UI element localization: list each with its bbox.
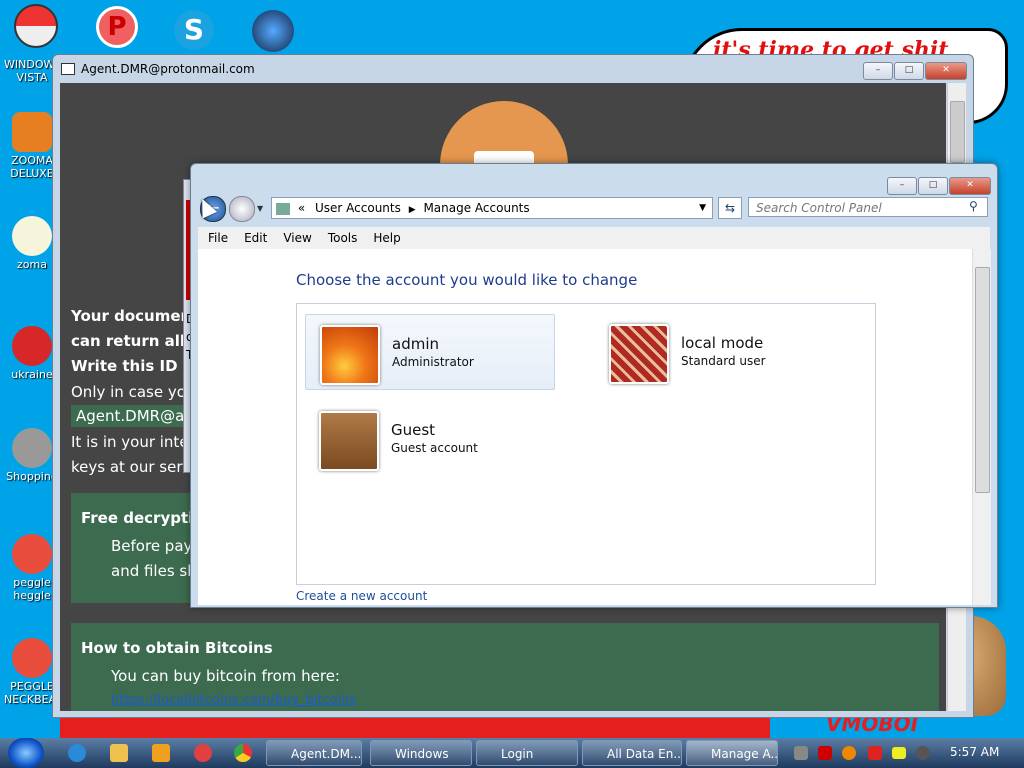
clock[interactable]: 5:57 AM (950, 745, 999, 759)
task-label: All Data En... (607, 747, 682, 761)
account-name: admin (392, 335, 439, 353)
task-manage-accounts[interactable]: Manage A... (686, 740, 778, 766)
bitcoins-heading: How to obtain Bitcoins (81, 639, 273, 657)
peggle-icon (12, 638, 52, 678)
task-label: Login (501, 747, 534, 761)
menu-file[interactable]: File (208, 231, 228, 245)
tray-battery-icon[interactable] (892, 747, 906, 759)
task-label: Agent.DM... (291, 747, 362, 761)
account-name: Guest (391, 421, 436, 439)
ransom-line: It is in your inter (71, 433, 195, 451)
task-agent-dmr[interactable]: Agent.DM... (266, 740, 362, 766)
history-dropdown-icon[interactable]: ▼ (257, 204, 263, 213)
taskbar: Agent.DM... Windows Login All Data En...… (0, 738, 1024, 768)
tray-search-icon[interactable] (842, 746, 856, 760)
content-area: Choose the account you would like to cha… (198, 249, 972, 605)
ransom-line: can return all (71, 332, 186, 350)
minimize-button[interactable]: – (887, 177, 917, 195)
desktop-icon-label: ukraine (11, 368, 53, 381)
account-name: local mode (681, 334, 764, 352)
menu-edit[interactable]: Edit (244, 231, 267, 245)
account-local-mode[interactable]: local mode Standard user (595, 314, 843, 388)
breadcrumb-user-accounts[interactable]: User Accounts (315, 201, 401, 215)
tray-v-icon[interactable] (818, 746, 832, 760)
forward-button[interactable] (229, 196, 255, 222)
folder-icon[interactable] (110, 744, 128, 762)
control-panel-icon (276, 202, 290, 215)
menu-help[interactable]: Help (373, 231, 400, 245)
create-account-link[interactable]: Create a new account (296, 589, 427, 603)
manage-accounts-window[interactable]: – □ ✕ ← ▼ « User Accounts ▶ Manage Account… (190, 163, 998, 608)
menu-view[interactable]: View (283, 231, 311, 245)
pokeball-icon[interactable] (14, 4, 58, 48)
breadcrumb-manage-accounts[interactable]: Manage Accounts (423, 201, 529, 215)
refresh-button[interactable]: ⇆ (718, 197, 742, 219)
peggle-icon[interactable]: P (96, 6, 138, 48)
flower-icon (12, 216, 52, 256)
media-player-icon[interactable] (152, 744, 170, 762)
paint-icon[interactable] (194, 744, 212, 762)
carpet-avatar (609, 324, 669, 384)
close-button[interactable]: ✕ (949, 177, 991, 195)
menu-bar: File Edit View Tools Help (198, 227, 990, 249)
page-heading: Choose the account you would like to cha… (296, 271, 638, 289)
free-decryption-heading: Free decryptio (81, 509, 204, 527)
minimize-button[interactable]: – (863, 62, 893, 80)
maximize-button[interactable]: □ (894, 62, 924, 80)
briefcase-avatar (319, 411, 379, 471)
task-windows[interactable]: Windows (370, 740, 472, 766)
address-bar[interactable]: « User Accounts ▶ Manage Accounts ▼ (271, 197, 713, 219)
planet-icon[interactable] (252, 10, 294, 52)
account-type: Guest account (391, 441, 478, 455)
peggle-icon (12, 534, 52, 574)
window-icon (61, 63, 75, 75)
ransom-line: keys at our serv (71, 458, 192, 476)
bitcoins-line: You can buy bitcoin from here: (111, 667, 340, 685)
breadcrumb-arrow-icon[interactable]: ▶ (409, 205, 416, 215)
task-label: Manage A... (711, 747, 778, 761)
radiation-icon (12, 326, 52, 366)
flower-avatar (320, 325, 380, 385)
ie-icon[interactable] (68, 744, 86, 762)
desktop-icon-label: peggle heggle (13, 576, 51, 602)
account-admin[interactable]: admin Administrator (305, 314, 555, 390)
account-type: Administrator (392, 355, 474, 369)
skype-icon[interactable]: S (174, 10, 214, 50)
desktop-icon-label: zoma (17, 258, 47, 271)
ransom-titlebar[interactable]: Agent.DMR@protonmail.com – □ ✕ (53, 55, 973, 83)
desktop-icon-label: Shopping (6, 470, 58, 483)
ransom-line: Only in case you (71, 383, 196, 401)
search-icon[interactable]: ⚲ (969, 199, 978, 213)
chrome-icon[interactable] (234, 744, 252, 762)
ransom-line: Write this ID i (71, 357, 188, 375)
task-all-data[interactable]: All Data En... (582, 740, 682, 766)
wallpaper-strip (60, 716, 770, 738)
flash-icon (12, 428, 52, 468)
menu-tools[interactable]: Tools (328, 231, 358, 245)
tray-volume-icon[interactable] (916, 746, 930, 760)
maximize-button[interactable]: □ (918, 177, 948, 195)
tray-flag-icon[interactable] (868, 746, 882, 760)
address-dropdown-icon[interactable]: ▼ (699, 198, 706, 218)
zooma-icon (12, 112, 52, 152)
bitcoins-link[interactable]: https://localbitcoins.com/buy_bitcoins (111, 693, 356, 708)
account-type: Standard user (681, 354, 766, 368)
desktop-icon-label: ZOOMA DELUXE (10, 154, 54, 180)
search-input[interactable]: Search Control Panel (748, 197, 988, 217)
content-scrollbar[interactable] (972, 249, 991, 605)
ransom-title: Agent.DMR@protonmail.com (81, 62, 255, 76)
tray-icon[interactable] (794, 746, 808, 760)
start-button[interactable] (8, 738, 44, 768)
account-guest[interactable]: Guest Guest account (305, 401, 553, 475)
breadcrumb-overflow[interactable]: « (298, 201, 305, 215)
ransom-line: Your documen (71, 307, 192, 325)
task-label: Windows (395, 747, 449, 761)
task-login[interactable]: Login (476, 740, 578, 766)
bitcoins-box: How to obtain Bitcoins You can buy bitco… (71, 623, 939, 711)
close-button[interactable]: ✕ (925, 62, 967, 80)
